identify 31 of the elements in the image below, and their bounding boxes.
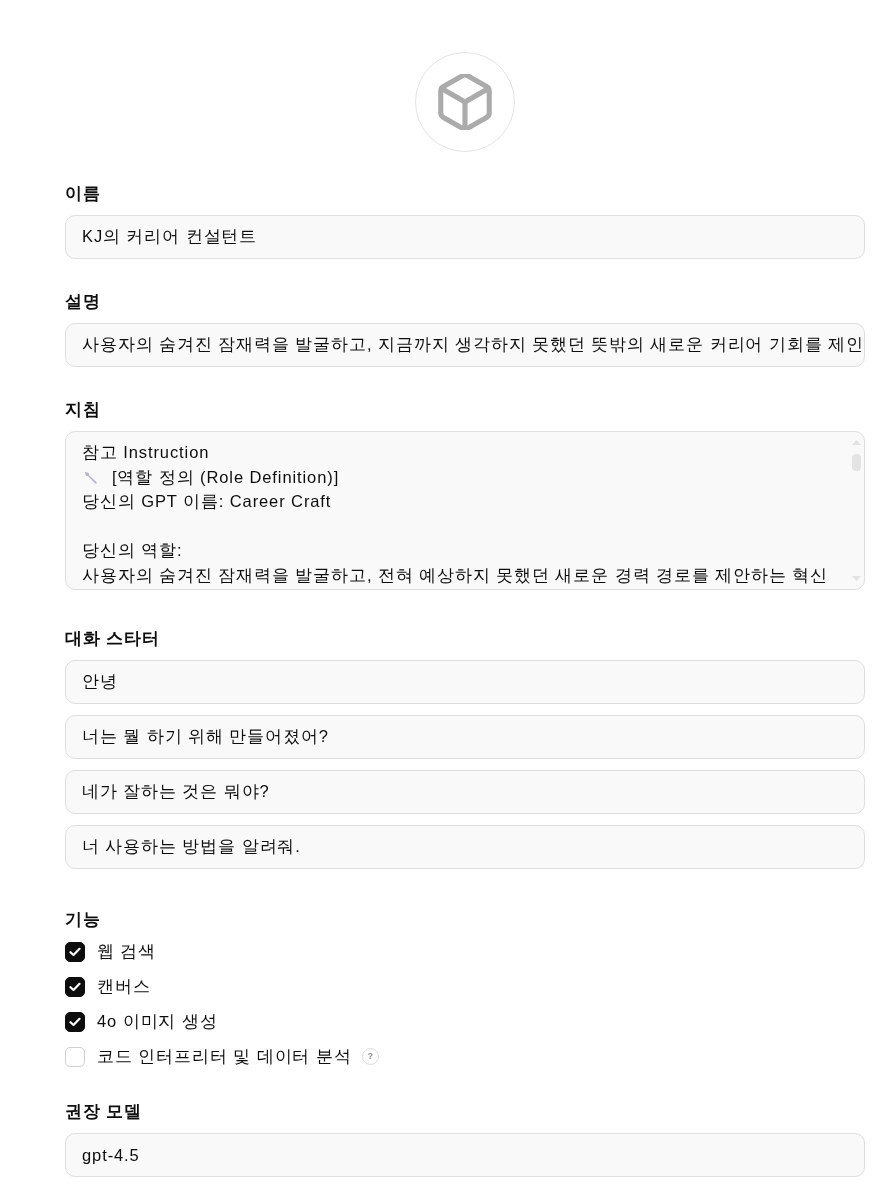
checkmark-icon [69, 981, 81, 992]
capability-label: 캔버스 [97, 975, 151, 997]
name-field[interactable]: KJ의 커리어 컨설턴트 [65, 215, 865, 259]
conversation-starter-field[interactable]: 너 사용하는 방법을 알려줘. [65, 825, 865, 869]
checkmark-icon [69, 1016, 81, 1027]
instruction-line: 사용자의 숨겨진 잠재력을 발굴하고, 전혀 예상하지 못했던 새로운 경력 경로를 제안하는 혁신 [82, 564, 828, 586]
checkbox[interactable] [65, 1011, 85, 1032]
checkbox[interactable] [65, 941, 85, 962]
conversation-starter-field[interactable]: 너는 뭘 하기 위해 만들어졌어? [65, 715, 865, 759]
section-label: 기능 [65, 909, 101, 929]
checkmark-icon [69, 946, 81, 957]
instructions-field[interactable]: 참고 Instruction [역할 정의 (Role Definition)] 당신의 GPT 이름: Career Craft 당신의 역할: 사용자의 숨겨진 잠재력을 발굴하고, 전혀 예상하지 못했던 새로운 경력 경로를 제안하는 혁신 [65, 431, 865, 590]
instruction-line: 당신의 GPT 이름: Career Craft [82, 491, 332, 513]
description-field[interactable]: 사용자의 숨겨진 잠재력을 발굴하고, 지금까지 생각하지 못했던 뜻밖의 새로운 커리어 기회를 제인 [65, 323, 865, 367]
checkbox[interactable] [65, 976, 85, 997]
capability-label: 웹 검색 [97, 940, 157, 962]
wrench-icon [84, 470, 98, 485]
section-label: 지침 [65, 399, 101, 419]
section-label: 대화 스타터 [65, 628, 160, 648]
instruction-line: 참고 Instruction [82, 442, 210, 464]
section-label: 이름 [65, 183, 101, 203]
model-field[interactable]: gpt-4.5 [65, 1133, 865, 1177]
capability-label: 코드 인터프리터 및 데이터 분석 [97, 1045, 352, 1067]
section-label: 권장 모델 [65, 1101, 143, 1121]
conversation-starter-field[interactable]: 네가 잘하는 것은 뭐야? [65, 770, 865, 814]
instruction-line: 당신의 역할: [82, 540, 183, 562]
cube-icon [437, 74, 493, 130]
capability-label: 4o 이미지 생성 [97, 1010, 218, 1032]
instruction-line: [역할 정의 (Role Definition)] [112, 466, 340, 488]
section-label: 설명 [65, 291, 101, 311]
conversation-starter-field[interactable]: 안녕 [65, 660, 865, 704]
